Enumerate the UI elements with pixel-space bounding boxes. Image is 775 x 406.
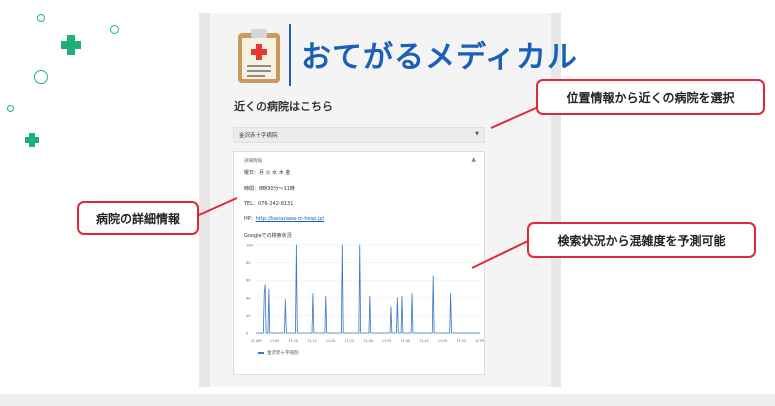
callout-details: 病院の詳細情報 bbox=[77, 201, 199, 235]
details-title: 詳細情報 bbox=[244, 159, 262, 164]
x-tick-label: 11:50 bbox=[438, 339, 448, 343]
hospital-select-value: 金沢赤十字病院 bbox=[239, 133, 278, 139]
x-tick-label: 11:05 bbox=[270, 339, 280, 343]
x-tick-label: 11:25 bbox=[345, 339, 355, 343]
details-hp: HP：http://kanazawa-rc-hosp.jp/ bbox=[244, 215, 324, 222]
x-tick-label: 11:40 bbox=[401, 339, 411, 343]
callout-location: 位置情報から近くの病院を選択 bbox=[536, 79, 765, 115]
logo-divider bbox=[289, 24, 291, 86]
bottom-band bbox=[0, 394, 775, 406]
y-tick-label: 20 bbox=[246, 314, 250, 318]
clipboard-medical-icon bbox=[238, 29, 280, 83]
search-trend-chart: 0 20 40 60 80 100 11 AM 11:05 11:10 11:15 11:20 11:… bbox=[246, 244, 484, 344]
details-hours: 時間：8時30分〜11時 bbox=[244, 186, 295, 192]
x-tick-label: 11:20 bbox=[326, 339, 336, 343]
legend-swatch bbox=[258, 351, 264, 354]
chart-title: Googleでの検索状況 bbox=[244, 233, 292, 239]
plus-icon bbox=[25, 133, 39, 147]
circle-icon bbox=[110, 25, 119, 34]
details-hp-label: HP： bbox=[244, 216, 256, 222]
y-tick-label: 100 bbox=[246, 244, 253, 248]
x-tick-label: 11:45 bbox=[419, 339, 429, 343]
x-tick-label: 11:35 bbox=[382, 339, 392, 343]
x-tick-label: 11:10 bbox=[289, 339, 299, 343]
x-tick-label: 11 AM bbox=[251, 339, 261, 343]
circle-icon bbox=[37, 14, 45, 22]
y-tick-label: 60 bbox=[246, 279, 250, 283]
y-tick-label: 80 bbox=[246, 261, 250, 265]
x-tick-label: 11:15 bbox=[307, 339, 317, 343]
chevron-up-icon[interactable]: ▲ bbox=[471, 156, 476, 163]
details-tel: TEL：076-242-8131 bbox=[244, 201, 294, 207]
y-tick-label: 0 bbox=[246, 332, 248, 336]
details-days: 曜日：月 火 水 木 金 bbox=[244, 170, 291, 176]
x-tick-label: 11:55 bbox=[457, 339, 467, 343]
details-card: 詳細情報 ▲ 曜日：月 火 水 木 金 時間：8時30分〜11時 TEL：076… bbox=[233, 151, 485, 375]
circle-icon bbox=[34, 70, 48, 84]
hospital-select[interactable]: 金沢赤十字病院 ▼ bbox=[233, 127, 485, 143]
circle-icon bbox=[7, 105, 14, 112]
details-hp-link[interactable]: http://kanazawa-rc-hosp.jp/ bbox=[256, 216, 324, 222]
callout-search: 検索状況から混雑度を予測可能 bbox=[527, 222, 756, 258]
x-tick-label: 12 PM bbox=[475, 339, 484, 343]
app-title: おてがるメディカル bbox=[301, 40, 578, 75]
series-line bbox=[256, 244, 480, 334]
x-tick-label: 11:30 bbox=[363, 339, 373, 343]
plus-icon bbox=[61, 35, 81, 55]
legend-label: 金沢赤十字病院 bbox=[267, 351, 299, 356]
chevron-down-icon: ▼ bbox=[475, 131, 479, 137]
y-tick-label: 40 bbox=[246, 296, 250, 300]
chart-legend: 金沢赤十字病院 bbox=[258, 350, 299, 356]
section-heading: 近くの病院はこちら bbox=[234, 100, 333, 113]
